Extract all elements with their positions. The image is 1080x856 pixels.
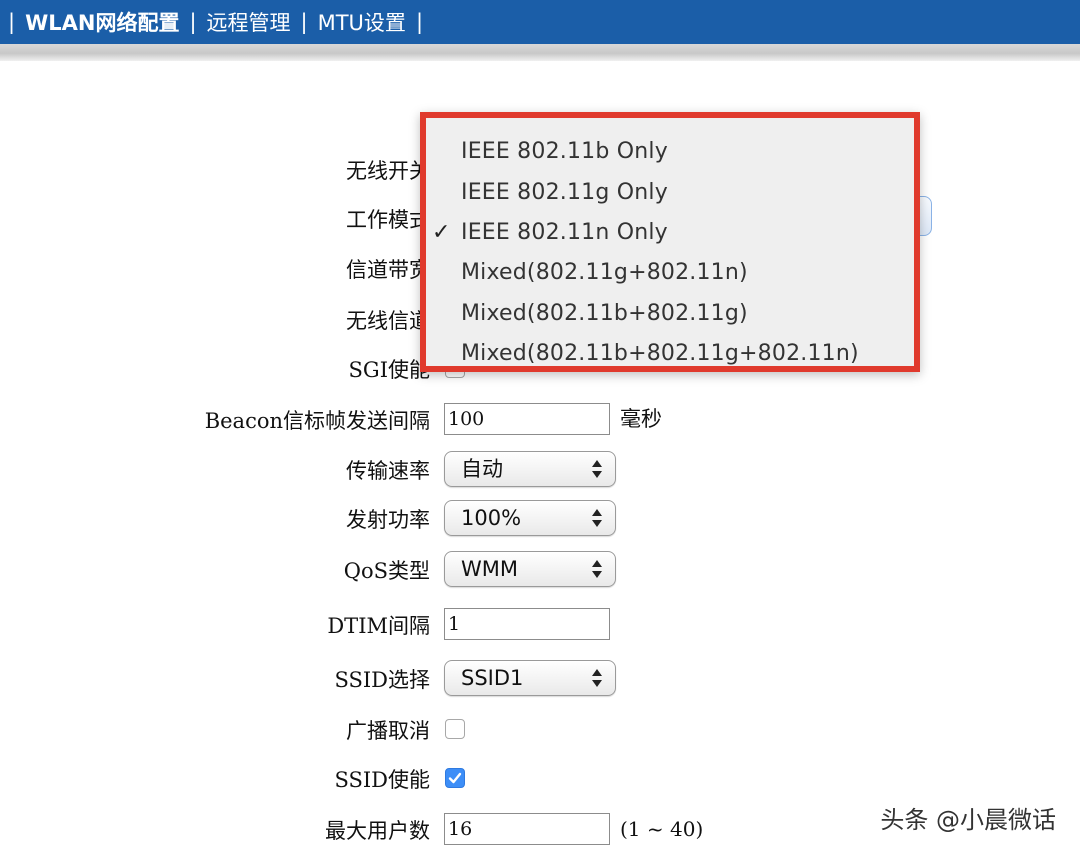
dtim-interval-input[interactable] xyxy=(444,608,610,640)
selected-check-icon: ✓ xyxy=(432,220,451,245)
dtim-label: DTIM间隔 xyxy=(327,614,430,638)
wireless-channel-label: 无线信道 xyxy=(346,309,430,333)
select-arrows-icon xyxy=(592,509,602,527)
select-arrows-icon xyxy=(592,669,602,687)
work-mode-dropdown-menu: ✓ IEEE 802.11b Only IEEE 802.11g Only IE… xyxy=(420,112,920,372)
beacon-unit: 毫秒 xyxy=(620,407,662,431)
qos-select[interactable]: WMM xyxy=(444,551,616,587)
dropdown-option[interactable]: IEEE 802.11b Only xyxy=(461,132,668,172)
select-arrows-icon xyxy=(592,560,602,578)
nav-separator: | xyxy=(300,10,308,34)
beacon-label: Beacon信标帧发送间隔 xyxy=(204,409,430,433)
max-users-label: 最大用户数 xyxy=(325,819,430,843)
select-arrows-icon xyxy=(592,460,602,478)
dropdown-option[interactable]: Mixed(802.11b+802.11g+802.11n) xyxy=(461,334,859,374)
work-mode-label: 工作模式 xyxy=(346,208,430,232)
wireless-switch-label: 无线开关 xyxy=(346,159,430,183)
nav-separator: | xyxy=(189,10,197,34)
dropdown-option[interactable]: IEEE 802.11g Only xyxy=(461,173,668,213)
channel-bandwidth-label: 信道带宽 xyxy=(346,258,430,282)
qos-value: WMM xyxy=(461,557,519,581)
tx-rate-select[interactable]: 自动 xyxy=(444,451,616,487)
tx-rate-label: 传输速率 xyxy=(346,459,430,483)
ssid-enable-label: SSID使能 xyxy=(334,768,430,792)
ssid-select[interactable]: SSID1 xyxy=(444,660,616,696)
tx-power-value: 100% xyxy=(461,506,522,530)
sgi-label: SGI使能 xyxy=(348,358,430,382)
tx-power-select[interactable]: 100% xyxy=(444,500,616,536)
row-tx-power: 发射功率 100% xyxy=(0,500,1080,540)
tx-power-label: 发射功率 xyxy=(346,508,430,532)
nav-shadow-bar xyxy=(0,44,1080,61)
max-users-input[interactable] xyxy=(444,813,610,845)
nav-item-remote-management[interactable]: 远程管理 xyxy=(207,7,291,37)
row-broadcast-cancel: 广播取消 xyxy=(0,711,1080,751)
dropdown-option-selected[interactable]: IEEE 802.11n Only xyxy=(461,213,668,253)
ssid-select-value: SSID1 xyxy=(461,666,524,690)
ssid-enable-checkbox[interactable] xyxy=(445,768,465,788)
row-ssid-enable: SSID使能 xyxy=(0,760,1080,800)
beacon-interval-input[interactable] xyxy=(444,403,610,435)
watermark: 头条 @小晨微话 xyxy=(880,806,1056,834)
nav-item-mtu-settings[interactable]: MTU设置 xyxy=(318,7,406,37)
row-beacon: Beacon信标帧发送间隔 毫秒 xyxy=(0,401,1080,441)
broadcast-cancel-label: 广播取消 xyxy=(346,719,430,743)
row-qos: QoS类型 WMM xyxy=(0,551,1080,591)
check-icon xyxy=(448,772,462,784)
qos-label: QoS类型 xyxy=(343,559,430,583)
dropdown-option[interactable]: Mixed(802.11b+802.11g) xyxy=(461,294,748,334)
row-ssid-select: SSID选择 SSID1 xyxy=(0,660,1080,700)
max-users-range: (1 ~ 40) xyxy=(620,817,704,841)
tx-rate-value: 自动 xyxy=(461,457,503,481)
top-nav: | WLAN网络配置 | 远程管理 | MTU设置 | xyxy=(0,0,1080,44)
broadcast-cancel-checkbox[interactable] xyxy=(445,719,465,739)
nav-item-wlan-config[interactable]: WLAN网络配置 xyxy=(25,7,179,37)
nav-separator: | xyxy=(415,10,424,34)
dropdown-option[interactable]: Mixed(802.11g+802.11n) xyxy=(461,253,748,293)
row-tx-rate: 传输速率 自动 xyxy=(0,451,1080,491)
nav-separator: | xyxy=(8,10,16,34)
row-dtim: DTIM间隔 xyxy=(0,606,1080,646)
ssid-select-label: SSID选择 xyxy=(334,668,430,692)
